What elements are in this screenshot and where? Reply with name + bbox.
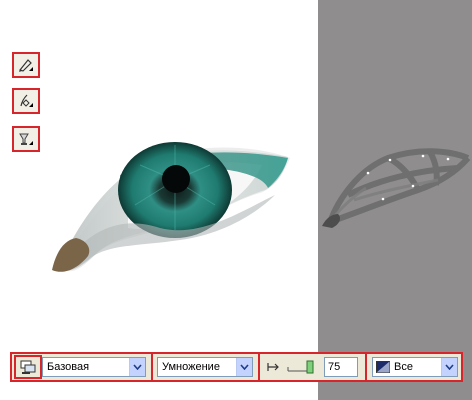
channel-swatch-icon: [376, 361, 390, 373]
toolbar-divider: [151, 354, 153, 380]
chevron-down-icon[interactable]: [236, 358, 252, 376]
property-bar: Базовая Умножение 75 Все: [10, 352, 463, 382]
transparency-tool-button[interactable]: [12, 126, 40, 152]
toolbar-divider: [258, 354, 260, 380]
opacity-input[interactable]: 75: [324, 357, 358, 377]
layers-button[interactable]: [14, 355, 42, 379]
blend-mode-value: Умножение: [162, 361, 220, 373]
layer-select[interactable]: Базовая: [42, 357, 146, 377]
layers-icon: [19, 359, 37, 378]
channels-select[interactable]: Все: [372, 357, 458, 377]
chevron-down-icon[interactable]: [129, 358, 145, 376]
layer-select-value: Базовая: [47, 361, 90, 373]
chevron-down-icon[interactable]: [441, 358, 457, 376]
opacity-slider[interactable]: [286, 359, 316, 375]
opacity-slider-icon: [266, 361, 282, 376]
eye-outline-preview: [322, 148, 471, 228]
toolbar-divider: [365, 354, 367, 380]
node-edit-tool-button[interactable]: [12, 88, 40, 114]
node-edit-icon: [17, 93, 35, 109]
eye-illustration: [52, 142, 290, 272]
blend-mode-select[interactable]: Умножение: [157, 357, 253, 377]
pen-icon: [17, 57, 35, 73]
transparency-icon: [17, 131, 35, 147]
pen-tool-button[interactable]: [12, 52, 40, 78]
channels-value: Все: [394, 361, 413, 373]
opacity-value: 75: [328, 361, 341, 373]
